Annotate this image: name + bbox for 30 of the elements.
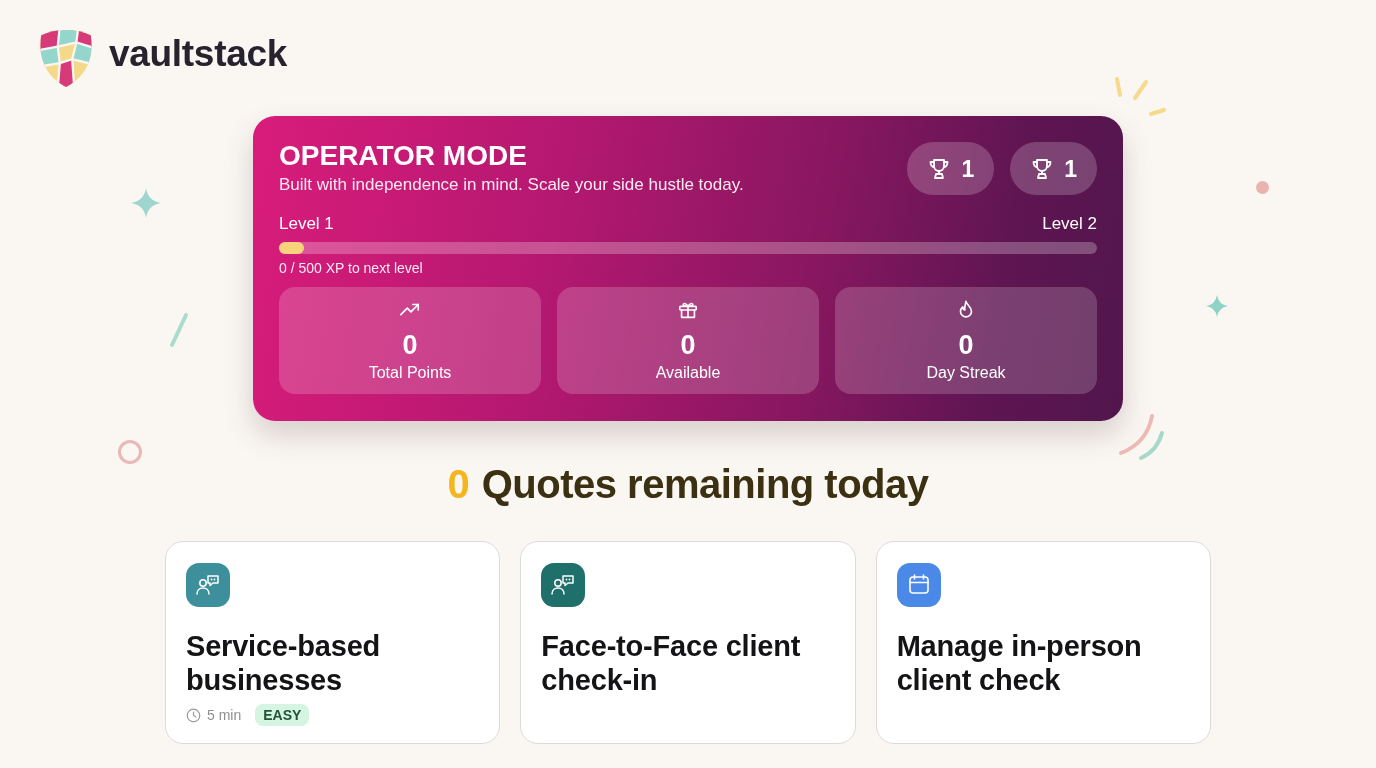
card-title: Face-to-Face client check-in (541, 629, 802, 697)
dot-icon (1256, 181, 1269, 194)
task-card[interactable]: Service-based businesses 5 min EASY (165, 541, 501, 744)
card-title: Manage in-person client check (896, 629, 1143, 697)
brand-name: vaultstack (109, 32, 287, 76)
hero-title: OPERATOR MODE (279, 139, 528, 173)
clock-icon (186, 707, 201, 723)
hero-subtitle: Built with independence in mind. Scale your side hustle today. (279, 174, 744, 196)
stat-value: 0 (958, 329, 974, 361)
level-label: Level 2 (1042, 213, 1097, 235)
badge-count: 1 (961, 154, 975, 183)
duration-text: 5 min (207, 707, 242, 723)
xp-caption: 0 / 500 XP to next level (279, 259, 424, 277)
quota-label: Quotes remaining today (481, 461, 929, 507)
dash-icon (169, 312, 189, 348)
stat-label: Available (655, 363, 721, 383)
badge-count: 1 (1064, 154, 1077, 183)
level-label: Level 1 (279, 213, 334, 235)
quota-count: 0 (447, 461, 470, 507)
card-title: Service-based businesses (186, 629, 382, 697)
stat-value: 0 (402, 329, 418, 361)
sparkle-icon (1206, 295, 1228, 317)
difficulty-tag: EASY (255, 704, 310, 726)
stat-label: Day Streak (926, 363, 1006, 383)
stat-label: Total Points (368, 363, 452, 383)
task-card[interactable]: Face-to-Face client check-in (520, 541, 856, 744)
stat-value: 0 (680, 329, 696, 361)
task-card[interactable]: Manage in-person client check (875, 541, 1211, 744)
ring-icon (117, 439, 143, 465)
sparkle-icon (131, 188, 161, 218)
